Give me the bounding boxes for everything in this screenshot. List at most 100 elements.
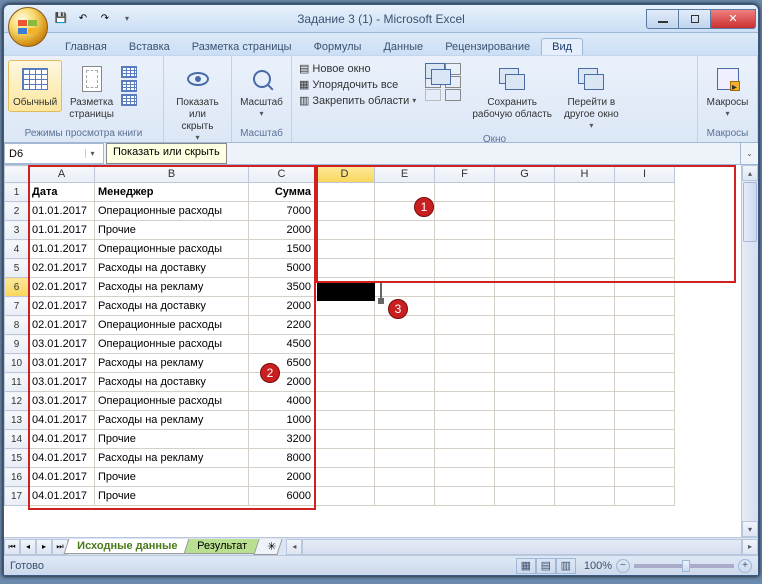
cell[interactable] xyxy=(615,354,675,373)
cell[interactable] xyxy=(615,183,675,202)
cell[interactable]: 5000 xyxy=(249,259,315,278)
save-workspace-button[interactable]: Сохранить рабочую область xyxy=(467,60,557,124)
cell[interactable]: 04.01.2017 xyxy=(29,430,95,449)
cell[interactable]: 8000 xyxy=(249,449,315,468)
cell[interactable] xyxy=(315,354,375,373)
cell[interactable] xyxy=(555,449,615,468)
cell[interactable] xyxy=(435,316,495,335)
scroll-thumb[interactable] xyxy=(743,182,757,242)
split-icon[interactable] xyxy=(425,63,441,75)
scroll-left-icon[interactable]: ◂ xyxy=(286,539,302,555)
cell[interactable] xyxy=(615,430,675,449)
cell[interactable] xyxy=(435,468,495,487)
cell[interactable] xyxy=(495,430,555,449)
formula-bar-expand-icon[interactable]: ⌄ xyxy=(740,143,758,164)
scroll-right-icon[interactable]: ▸ xyxy=(742,539,758,555)
cell[interactable] xyxy=(435,202,495,221)
new-window-button[interactable]: ▤Новое окно xyxy=(296,61,419,76)
cell[interactable] xyxy=(495,202,555,221)
cell[interactable]: 02.01.2017 xyxy=(29,259,95,278)
cell[interactable] xyxy=(615,392,675,411)
reset-pos-icon[interactable] xyxy=(445,89,461,101)
cell[interactable] xyxy=(495,240,555,259)
cell[interactable]: Операционные расходы xyxy=(95,392,249,411)
arrange-all-button[interactable]: ▦Упорядочить все xyxy=(296,77,419,92)
cell[interactable] xyxy=(495,259,555,278)
cell[interactable]: Расходы на рекламу xyxy=(95,411,249,430)
tab-view[interactable]: Вид xyxy=(541,38,583,55)
cell[interactable] xyxy=(375,430,435,449)
row-header[interactable]: 9 xyxy=(5,335,29,354)
cell[interactable]: Прочие xyxy=(95,468,249,487)
row-header[interactable]: 7 xyxy=(5,297,29,316)
cell[interactable] xyxy=(555,392,615,411)
cell[interactable]: 2000 xyxy=(249,297,315,316)
cell[interactable] xyxy=(315,316,375,335)
cell[interactable] xyxy=(495,487,555,506)
freeze-panes-button[interactable]: ▥Закрепить области▾ xyxy=(296,93,419,108)
sheet-nav-next-icon[interactable]: ▸ xyxy=(36,539,52,555)
zoom-percent[interactable]: 100% xyxy=(584,560,612,572)
cell[interactable] xyxy=(435,411,495,430)
custom-views-icon[interactable] xyxy=(121,80,137,92)
cell[interactable] xyxy=(495,221,555,240)
cell[interactable] xyxy=(315,430,375,449)
cell[interactable] xyxy=(375,202,435,221)
col-header-c[interactable]: C xyxy=(249,166,315,183)
cell[interactable] xyxy=(615,487,675,506)
cell[interactable] xyxy=(315,392,375,411)
zoom-in-icon[interactable]: + xyxy=(738,559,752,573)
cell[interactable] xyxy=(615,278,675,297)
cell[interactable]: 2200 xyxy=(249,316,315,335)
cell[interactable]: Операционные расходы xyxy=(95,316,249,335)
cell[interactable] xyxy=(495,183,555,202)
cell[interactable] xyxy=(615,202,675,221)
cell[interactable] xyxy=(435,183,495,202)
cell[interactable] xyxy=(615,240,675,259)
col-header-g[interactable]: G xyxy=(495,166,555,183)
tab-data[interactable]: Данные xyxy=(372,38,434,55)
cell[interactable] xyxy=(375,354,435,373)
cell[interactable] xyxy=(435,240,495,259)
cell[interactable] xyxy=(375,240,435,259)
cell[interactable]: 1500 xyxy=(249,240,315,259)
view-pagelayout-shortcut-icon[interactable]: ▤ xyxy=(536,558,556,574)
active-cell-d6[interactable] xyxy=(317,283,375,301)
cell[interactable] xyxy=(435,335,495,354)
cell[interactable]: Расходы на доставку xyxy=(95,373,249,392)
cell[interactable] xyxy=(435,373,495,392)
minimize-button[interactable] xyxy=(646,9,678,29)
col-header-d[interactable]: D xyxy=(315,166,375,183)
cell[interactable] xyxy=(555,202,615,221)
cell[interactable]: 04.01.2017 xyxy=(29,449,95,468)
cell[interactable]: Менеджер xyxy=(95,183,249,202)
maximize-button[interactable] xyxy=(678,9,710,29)
cell[interactable] xyxy=(615,449,675,468)
cell[interactable]: 3500 xyxy=(249,278,315,297)
cell[interactable] xyxy=(315,202,375,221)
cell[interactable] xyxy=(555,278,615,297)
cell[interactable]: 6000 xyxy=(249,487,315,506)
col-header-e[interactable]: E xyxy=(375,166,435,183)
cell[interactable] xyxy=(555,430,615,449)
row-header[interactable]: 17 xyxy=(5,487,29,506)
sheet-nav-first-icon[interactable]: ⏮ xyxy=(4,539,20,555)
cell[interactable] xyxy=(555,221,615,240)
row-header[interactable]: 12 xyxy=(5,392,29,411)
save-icon[interactable]: 💾 xyxy=(52,10,70,28)
show-hide-button[interactable]: Показать или скрыть ▾ xyxy=(168,60,227,146)
cell[interactable] xyxy=(375,449,435,468)
cell[interactable] xyxy=(435,297,495,316)
row-header[interactable]: 1 xyxy=(5,183,29,202)
tab-insert[interactable]: Вставка xyxy=(118,38,181,55)
cell[interactable] xyxy=(375,259,435,278)
cell[interactable] xyxy=(375,278,435,297)
cell[interactable] xyxy=(495,297,555,316)
cell[interactable]: 04.01.2017 xyxy=(29,468,95,487)
col-header-i[interactable]: I xyxy=(615,166,675,183)
row-header[interactable]: 11 xyxy=(5,373,29,392)
macros-button[interactable]: ▸ Макросы ▾ xyxy=(702,60,754,122)
cell[interactable]: 2000 xyxy=(249,468,315,487)
cell[interactable] xyxy=(375,468,435,487)
cell[interactable] xyxy=(615,373,675,392)
